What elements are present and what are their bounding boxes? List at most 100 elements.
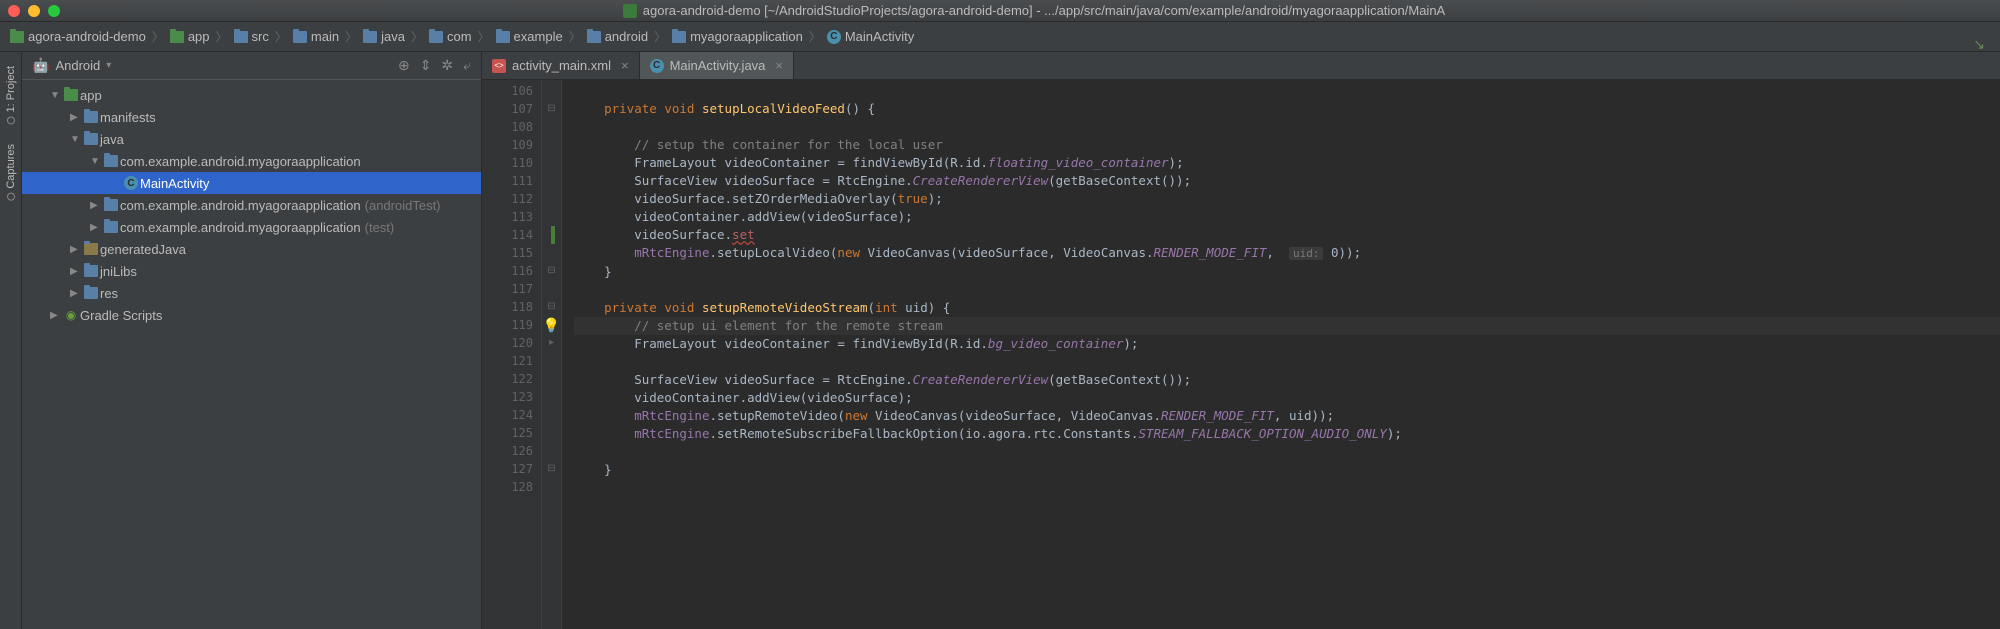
code-line[interactable]: [574, 118, 2000, 136]
breadcrumb-item[interactable]: CMainActivity: [827, 29, 914, 44]
breadcrumb-item[interactable]: com: [429, 29, 472, 44]
dropdown-arrow-icon: ▾: [106, 60, 111, 71]
code-line[interactable]: }: [574, 461, 2000, 479]
code-line[interactable]: SurfaceView videoSurface = RtcEngine.Cre…: [574, 371, 2000, 389]
breadcrumb-item[interactable]: example: [496, 29, 563, 44]
code-line[interactable]: private void setupLocalVideoFeed() {: [574, 100, 2000, 118]
tree-arrow-icon[interactable]: [70, 244, 82, 255]
breadcrumb-label: example: [514, 29, 563, 44]
code-line[interactable]: mRtcEngine.setupRemoteVideo(new VideoCan…: [574, 407, 2000, 425]
tree-node[interactable]: res: [22, 282, 481, 304]
code-line[interactable]: mRtcEngine.setupLocalVideo(new VideoCanv…: [574, 244, 2000, 263]
nav-forward-icon[interactable]: ↘: [1973, 36, 1985, 53]
tree-arrow-icon[interactable]: [50, 310, 62, 321]
gutter-icon-slot: [542, 118, 561, 136]
tree-node[interactable]: com.example.android.myagoraapplication(a…: [22, 194, 481, 216]
fold-icon[interactable]: ⊟: [542, 100, 561, 118]
code-line[interactable]: [574, 479, 2000, 497]
tree-node[interactable]: com.example.android.myagoraapplication(t…: [22, 216, 481, 238]
code-editor[interactable]: private void setupLocalVideoFeed() { // …: [562, 80, 2000, 629]
gutter-icon-slot: [542, 370, 561, 388]
line-number: 107: [482, 100, 533, 118]
editor-tab-label: activity_main.xml: [512, 58, 611, 73]
code-line[interactable]: // setup ui element for the remote strea…: [574, 317, 2000, 335]
gradle-icon: ◉: [62, 308, 80, 322]
code-line[interactable]: videoContainer.addView(videoSurface);: [574, 389, 2000, 407]
minimize-window-button[interactable]: [28, 5, 40, 17]
breadcrumb-separator: 〉: [478, 28, 490, 45]
zoom-window-button[interactable]: [48, 5, 60, 17]
code-line[interactable]: mRtcEngine.setRemoteSubscribeFallbackOpt…: [574, 425, 2000, 443]
code-line[interactable]: FrameLayout videoContainer = findViewByI…: [574, 335, 2000, 353]
folder-icon: [84, 111, 98, 123]
code-line[interactable]: videoSurface.setZOrderMediaOverlay(true)…: [574, 190, 2000, 208]
xml-file-icon: <>: [492, 59, 506, 73]
editor-tab[interactable]: CMainActivity.java×: [640, 52, 794, 79]
code-line[interactable]: [574, 281, 2000, 299]
fold-icon[interactable]: ⊟: [542, 298, 561, 316]
folder-icon: [672, 31, 686, 43]
breadcrumb-item[interactable]: myagoraapplication: [672, 29, 803, 44]
code-line[interactable]: }: [574, 263, 2000, 281]
panel-header-title-group[interactable]: 🤖 Android ▾: [32, 57, 398, 74]
tree-node[interactable]: CMainActivity: [22, 172, 481, 194]
fold-icon[interactable]: ⊟: [542, 262, 561, 280]
target-icon[interactable]: ⊕: [398, 57, 410, 74]
tree-node[interactable]: jniLibs: [22, 260, 481, 282]
tree-node[interactable]: com.example.android.myagoraapplication: [22, 150, 481, 172]
tree-node[interactable]: generatedJava: [22, 238, 481, 260]
tree-node[interactable]: ◉Gradle Scripts: [22, 304, 481, 326]
close-tab-icon[interactable]: ×: [775, 58, 783, 73]
code-line[interactable]: SurfaceView videoSurface = RtcEngine.Cre…: [574, 172, 2000, 190]
code-line[interactable]: videoSurface.set: [574, 226, 2000, 244]
code-line[interactable]: private void setupRemoteVideoStream(int …: [574, 299, 2000, 317]
breadcrumb-separator: 〉: [216, 28, 228, 45]
code-line[interactable]: [574, 82, 2000, 100]
breadcrumb-separator: 〉: [275, 28, 287, 45]
close-window-button[interactable]: [8, 5, 20, 17]
fold-icon[interactable]: ⊟: [542, 460, 561, 478]
tree-arrow-icon[interactable]: [70, 134, 82, 145]
code-line[interactable]: // setup the container for the local use…: [574, 136, 2000, 154]
android-icon: 🤖: [32, 57, 49, 74]
tool-tab-label: 1: Project: [5, 66, 17, 112]
line-number: 116: [482, 262, 533, 280]
tree-node[interactable]: java: [22, 128, 481, 150]
gutter-icon-slot: 💡: [542, 316, 561, 334]
tree-arrow-icon[interactable]: [70, 266, 82, 277]
tree-node[interactable]: app: [22, 84, 481, 106]
tree-arrow-icon[interactable]: [90, 222, 102, 233]
generated-folder-icon: [84, 243, 98, 255]
tree-arrow-icon[interactable]: [90, 156, 102, 167]
gear-icon[interactable]: ✲: [441, 57, 453, 74]
code-line[interactable]: [574, 443, 2000, 461]
code-line[interactable]: [574, 353, 2000, 371]
code-line[interactable]: FrameLayout videoContainer = findViewByI…: [574, 154, 2000, 172]
project-tree[interactable]: appmanifestsjavacom.example.android.myag…: [22, 80, 481, 629]
bulb-icon[interactable]: 💡: [543, 316, 560, 334]
tree-arrow-icon[interactable]: [70, 112, 82, 123]
folder-icon: [104, 199, 118, 211]
editor-tab[interactable]: <> activity_main.xml ×: [482, 52, 640, 79]
close-tab-icon[interactable]: ×: [621, 58, 629, 73]
breadcrumb-separator: 〉: [411, 28, 423, 45]
tool-tab-project[interactable]: 1: Project: [3, 60, 19, 130]
collapse-icon[interactable]: ⇕: [420, 57, 432, 74]
tool-tab-captures[interactable]: Captures: [3, 138, 19, 207]
code-line[interactable]: videoContainer.addView(videoSurface);: [574, 208, 2000, 226]
breadcrumb-item[interactable]: java: [363, 29, 405, 44]
tree-node[interactable]: manifests: [22, 106, 481, 128]
tree-arrow-icon[interactable]: [70, 288, 82, 299]
breadcrumb-item[interactable]: src: [234, 29, 269, 44]
app-icon: [623, 4, 637, 18]
tree-arrow-icon[interactable]: [50, 90, 62, 101]
breadcrumb-item[interactable]: app: [170, 29, 210, 44]
breadcrumb-item[interactable]: agora-android-demo: [10, 29, 146, 44]
breadcrumb-item[interactable]: main: [293, 29, 339, 44]
line-number: 121: [482, 352, 533, 370]
hide-icon[interactable]: ⤶: [463, 57, 471, 74]
tree-arrow-icon[interactable]: [90, 200, 102, 211]
gutter-icon-slot: [542, 280, 561, 298]
fold-icon[interactable]: ▸: [542, 334, 561, 352]
breadcrumb-item[interactable]: android: [587, 29, 648, 44]
